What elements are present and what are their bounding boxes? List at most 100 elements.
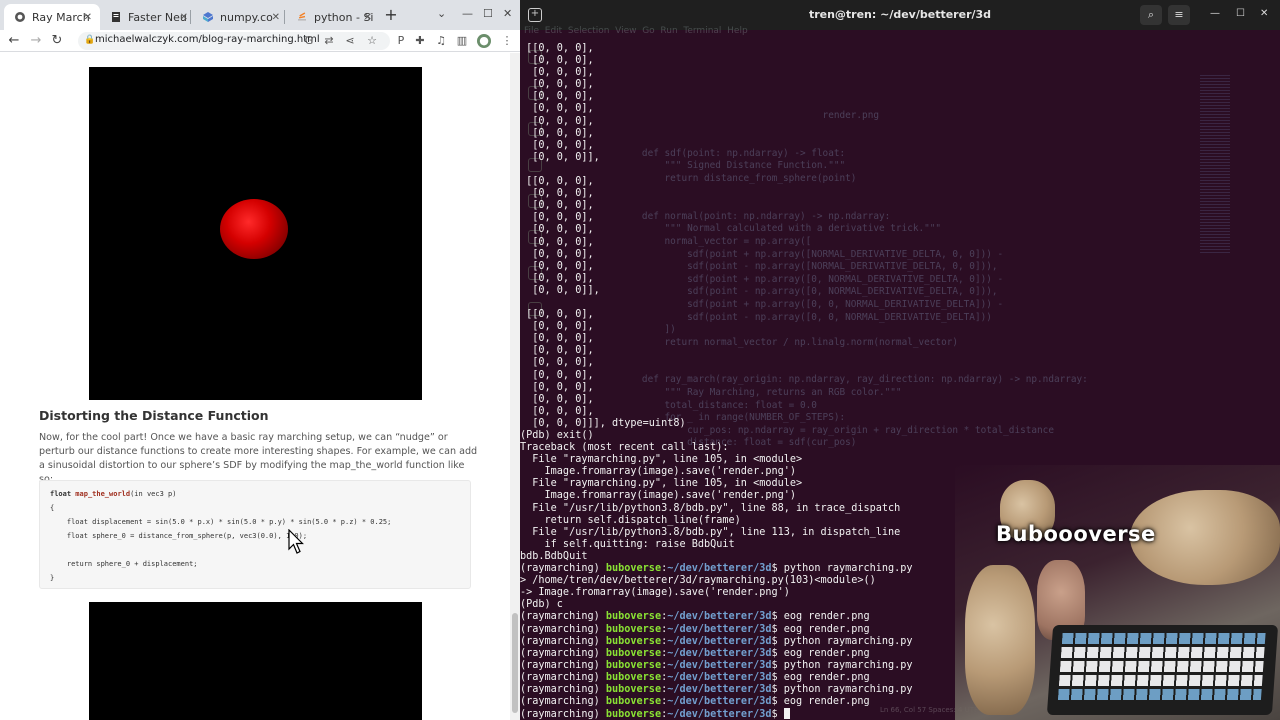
terminal-line: [0, 0, 0],: [520, 224, 594, 236]
terminal-line: (Pdb) exit(): [520, 430, 594, 441]
globe-icon: [14, 11, 26, 23]
terminal-line: [0, 0, 0],: [520, 333, 594, 345]
terminal-line: [0, 0, 0],: [520, 357, 594, 369]
prompt-user: buboverse: [605, 611, 662, 623]
terminal-line: [0, 0, 0],: [520, 212, 594, 224]
tab-label: numpy.co: [220, 10, 273, 24]
google-icon[interactable]: G: [302, 34, 316, 48]
minimize-icon[interactable]: —: [462, 7, 473, 20]
maximize-icon[interactable]: ☐: [1236, 8, 1245, 19]
extension-p-icon[interactable]: P: [394, 34, 408, 48]
keyboard: [1046, 625, 1279, 715]
new-tab-button[interactable]: +: [383, 6, 399, 24]
terminal-text-segment: (raymarching): [520, 683, 606, 695]
cat: [965, 565, 1035, 715]
terminal-text-segment: (raymarching): [520, 696, 606, 708]
terminal-line: [0, 0, 0],: [520, 91, 594, 103]
puzzle-icon[interactable]: ✚: [413, 34, 427, 48]
kebab-menu-icon[interactable]: ⋮: [500, 34, 514, 48]
media-icon[interactable]: ♫: [434, 34, 448, 48]
terminal-line: [0, 0, 0],: [520, 103, 594, 115]
code-line: float sphere_0 = distance_from_sphere(p,…: [50, 532, 308, 540]
terminal-line: [0, 0, 0],: [520, 139, 594, 151]
terminal-line: [0, 0, 0]],: [520, 151, 600, 163]
stackoverflow-icon: [296, 11, 308, 23]
scrollbar[interactable]: [510, 53, 520, 720]
terminal-line: [0, 0, 0],: [520, 200, 594, 212]
code-line: return sphere_0 + displacement;: [50, 560, 198, 568]
key-row: [1061, 633, 1266, 644]
terminal-text-segment: (raymarching): [520, 671, 606, 683]
terminal-text-segment: $ eog render.png: [771, 696, 870, 708]
tab-numpy[interactable]: numpy.co ✕: [192, 4, 288, 30]
tab-label: Faster Neu: [128, 10, 187, 24]
avatar[interactable]: ●: [477, 34, 491, 48]
close-icon[interactable]: ✕: [272, 12, 280, 23]
text-cursor: [783, 708, 790, 720]
terminal-line: [0, 0, 0],: [520, 405, 594, 417]
terminal-line: [[0, 0, 0],: [520, 309, 594, 321]
bookmark-star-icon[interactable]: ☆: [365, 34, 379, 48]
mouse-cursor-icon: [288, 529, 304, 554]
terminal-text-segment: (raymarching): [520, 709, 606, 720]
prompt-path: ~/dev/betterer/3d: [667, 611, 772, 623]
url-text: michaelwalczyk.com/blog-ray-marching.htm…: [95, 34, 320, 45]
prompt-path: ~/dev/betterer/3d: [667, 635, 772, 647]
section-heading: Distorting the Distance Function: [39, 408, 269, 423]
prompt-user: buboverse: [605, 671, 662, 683]
prompt-user: buboverse: [605, 563, 662, 575]
tab-faster-neu[interactable]: Faster Neu ✕: [100, 4, 196, 30]
code-line: {: [50, 504, 55, 512]
terminal-line: [0, 0, 0],: [520, 67, 594, 79]
terminal-line: [0, 0, 0],: [520, 260, 594, 272]
tab-python-so[interactable]: python - Si ✕: [286, 4, 380, 30]
terminal-line: [0, 0, 0],: [520, 127, 594, 139]
document-icon: [110, 11, 122, 23]
close-icon[interactable]: ✕: [1260, 8, 1268, 19]
webcam-overlay: [955, 465, 1280, 720]
terminal-line: [0, 0, 0],: [520, 393, 594, 405]
prompt-path: ~/dev/betterer/3d: [667, 623, 772, 635]
editor-menu: File Edit Selection View Go Run Terminal…: [524, 26, 748, 36]
tab-ray-marching[interactable]: Ray March ✕: [4, 4, 100, 30]
terminal-text-segment: (raymarching): [520, 623, 606, 635]
sidepanel-icon[interactable]: ▥: [455, 34, 469, 48]
tab-bar: Ray March ✕ Faster Neu ✕ numpy.co ✕ pyth…: [0, 0, 520, 30]
prompt-path: ~/dev/betterer/3d: [667, 683, 772, 695]
prompt-user: buboverse: [605, 709, 662, 720]
minimize-icon[interactable]: —: [1210, 8, 1220, 19]
render-image-2: [89, 602, 422, 720]
code-token: (in vec3 p): [130, 490, 177, 498]
prompt-user: buboverse: [605, 696, 662, 708]
maximize-icon[interactable]: ☐: [483, 7, 493, 20]
close-icon[interactable]: ✕: [180, 12, 188, 23]
prompt-path: ~/dev/betterer/3d: [667, 709, 772, 720]
terminal-text-segment: $ eog render.png: [771, 611, 870, 623]
chevron-down-icon[interactable]: ⌄: [437, 7, 446, 20]
prompt-path: ~/dev/betterer/3d: [667, 696, 772, 708]
prompt-user: buboverse: [605, 635, 662, 647]
back-arrow-icon[interactable]: ←: [6, 33, 22, 49]
terminal-text-segment: (raymarching): [520, 647, 606, 659]
terminal-line: [0, 0, 0],: [520, 55, 594, 67]
close-icon[interactable]: ✕: [84, 12, 92, 23]
terminal-text-segment: $ python raymarching.py: [771, 563, 913, 575]
browser-window: Ray March ✕ Faster Neu ✕ numpy.co ✕ pyth…: [0, 0, 520, 720]
close-window-icon[interactable]: ✕: [503, 7, 512, 20]
reload-icon[interactable]: ↻: [49, 33, 65, 49]
terminal-line: [0, 0, 0],: [520, 248, 594, 260]
tab-label: Ray March: [32, 10, 90, 24]
terminal-text-segment: $: [771, 709, 784, 720]
prompt-user: buboverse: [605, 659, 662, 671]
scrollbar-thumb[interactable]: [512, 613, 518, 713]
prompt-path: ~/dev/betterer/3d: [667, 647, 772, 659]
forward-arrow-icon[interactable]: →: [28, 33, 44, 49]
search-icon[interactable]: ⌕: [1140, 5, 1162, 25]
terminal-text-segment: (raymarching): [520, 659, 606, 671]
share-icon[interactable]: ⋖: [343, 34, 357, 48]
hamburger-menu-icon[interactable]: ≡: [1168, 5, 1190, 25]
terminal-line: [0, 0, 0],: [520, 272, 594, 284]
close-icon[interactable]: ✕: [364, 12, 372, 23]
translate-icon[interactable]: ⇄: [322, 34, 336, 48]
terminal-text-segment: $ eog render.png: [771, 671, 870, 683]
